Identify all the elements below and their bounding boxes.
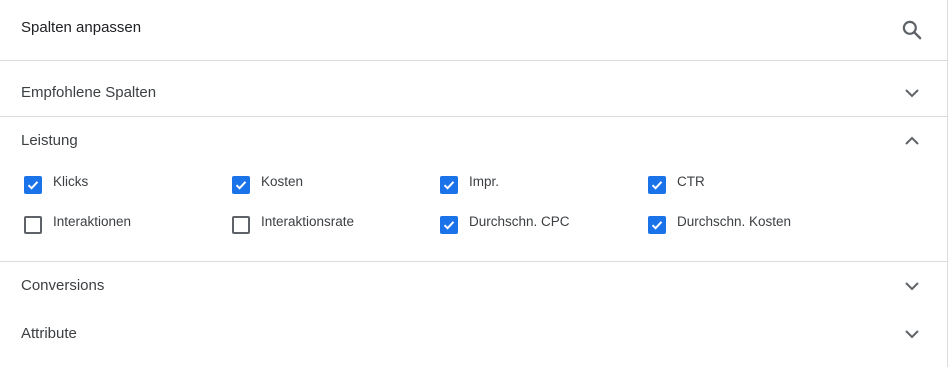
panel-header: Spalten anpassen <box>0 0 947 61</box>
checkmark-icon <box>651 181 663 190</box>
checkbox-label: CTR <box>677 174 705 189</box>
checkmark-icon <box>235 181 247 190</box>
section-title: Leistung <box>21 132 78 149</box>
checkbox-checked[interactable] <box>24 176 42 194</box>
checkbox-checked[interactable] <box>648 176 666 194</box>
checkbox-item[interactable]: Durchschn. Kosten <box>648 214 848 238</box>
section-attribute[interactable]: Attribute <box>0 310 947 358</box>
checkbox-item[interactable]: Klicks <box>24 174 224 198</box>
chevron-down-icon[interactable] <box>900 81 924 105</box>
section-title: Empfohlene Spalten <box>21 84 157 101</box>
search-icon <box>902 20 922 40</box>
checkbox-item[interactable]: Interaktionen <box>24 214 224 238</box>
panel-title: Spalten anpassen <box>21 19 142 36</box>
checkbox-label: Impr. <box>469 174 500 189</box>
checkbox-label: Durchschn. CPC <box>469 214 570 229</box>
checkbox-label: Durchschn. Kosten <box>677 214 792 229</box>
checkmark-icon <box>443 221 455 230</box>
checkbox-item[interactable]: Kosten <box>232 174 432 198</box>
checkbox-unchecked[interactable] <box>232 216 250 234</box>
chevron-up-icon[interactable] <box>900 129 924 153</box>
section-empfohlene-spalten[interactable]: Empfohlene Spalten <box>0 61 947 116</box>
checkmark-icon <box>651 221 663 230</box>
checkbox-unchecked[interactable] <box>24 216 42 234</box>
section-title: Conversions <box>21 277 105 294</box>
chevron-down-icon[interactable] <box>900 322 924 346</box>
section-leistung: Leistung Klicks Kosten Impr. CTR Interaktion… <box>0 117 947 261</box>
chevron-down-icon[interactable] <box>900 274 924 298</box>
checkmark-icon <box>443 181 455 190</box>
checkbox-label: Kosten <box>261 174 304 189</box>
checkbox-item[interactable]: Impr. <box>440 174 640 198</box>
checkbox-checked[interactable] <box>440 176 458 194</box>
section-title: Attribute <box>21 325 77 342</box>
checkbox-checked[interactable] <box>440 216 458 234</box>
checkbox-item[interactable]: Durchschn. CPC <box>440 214 640 238</box>
customize-columns-panel: Spalten anpassen Empfohlene Spalten Leis… <box>0 0 948 367</box>
checkbox-label: Interaktionen <box>53 214 132 229</box>
checkbox-label: Interaktionsrate <box>261 214 355 229</box>
checkbox-label: Klicks <box>53 174 89 189</box>
checkmark-icon <box>27 181 39 190</box>
checkbox-checked[interactable] <box>648 216 666 234</box>
search-button[interactable] <box>899 17 925 43</box>
checkbox-checked[interactable] <box>232 176 250 194</box>
checkbox-item[interactable]: Interaktionsrate <box>232 214 432 238</box>
section-conversions[interactable]: Conversions <box>0 262 947 310</box>
checkbox-item[interactable]: CTR <box>648 174 848 198</box>
